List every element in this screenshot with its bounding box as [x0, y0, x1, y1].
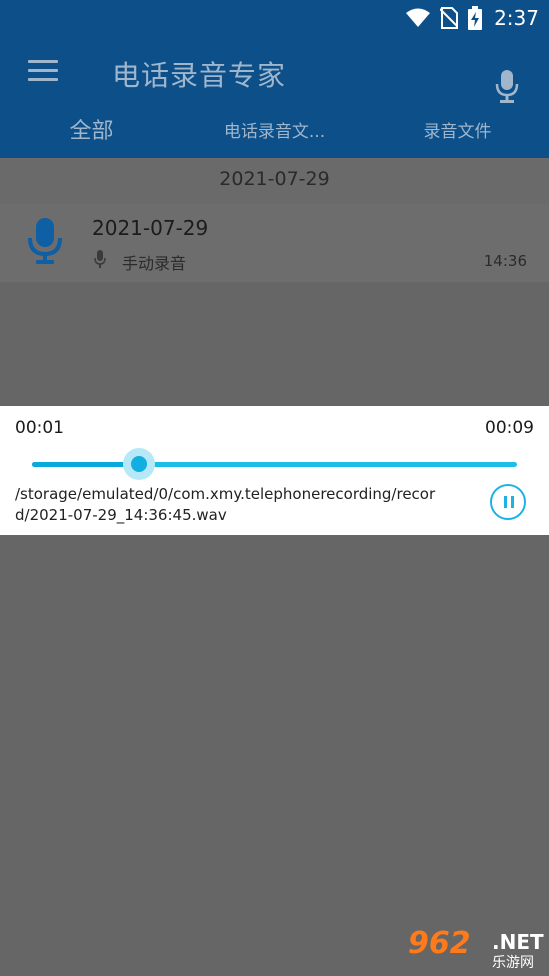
- pause-button[interactable]: [490, 484, 526, 520]
- tab-all[interactable]: 全部: [0, 112, 183, 158]
- total-duration: 00:09: [485, 418, 534, 438]
- app-title: 电话录音专家: [112, 59, 287, 92]
- tab-recording-files[interactable]: 录音文件: [366, 112, 549, 158]
- file-path: /storage/emulated/0/com.xmy.telephonerec…: [15, 485, 436, 524]
- status-bar: 2:37: [0, 0, 549, 36]
- watermark-logo: 962 .NET 乐游网: [408, 926, 544, 971]
- status-icons: 2:37: [406, 6, 539, 30]
- recording-time: 14:36: [483, 252, 527, 270]
- app-bar: 2:37 电话录音专家 全部 电话录音文... 录音文件: [0, 0, 549, 158]
- hamburger-menu-icon[interactable]: [28, 60, 58, 82]
- list-item[interactable]: [0, 204, 549, 282]
- tab-bar: 全部 电话录音文... 录音文件: [0, 112, 549, 158]
- no-sim-icon: [440, 7, 459, 29]
- pause-icon-bar: [511, 496, 514, 508]
- wifi-icon: [406, 8, 431, 27]
- recording-title: 2021-07-29: [92, 216, 209, 240]
- watermark-site: 乐游网: [492, 955, 534, 971]
- watermark-net: .NET: [492, 930, 544, 954]
- microphone-icon[interactable]: [494, 70, 520, 104]
- microphone-icon: [28, 218, 62, 264]
- current-time: 00:01: [15, 418, 64, 438]
- seek-bar[interactable]: [32, 448, 517, 480]
- tab-call-recordings[interactable]: 电话录音文...: [183, 112, 366, 158]
- small-microphone-icon: [94, 250, 106, 268]
- date-header: 2021-07-29: [219, 168, 330, 190]
- pause-icon: [504, 496, 507, 508]
- battery-charging-icon: [468, 6, 483, 30]
- recording-type: 手动录音: [122, 254, 187, 273]
- status-time: 2:37: [494, 6, 539, 30]
- audio-player: 00:01 00:09 /storage/emulated/0/com.xmy.…: [0, 406, 549, 535]
- seek-thumb[interactable]: [122, 448, 155, 480]
- watermark-number: 962: [408, 926, 471, 961]
